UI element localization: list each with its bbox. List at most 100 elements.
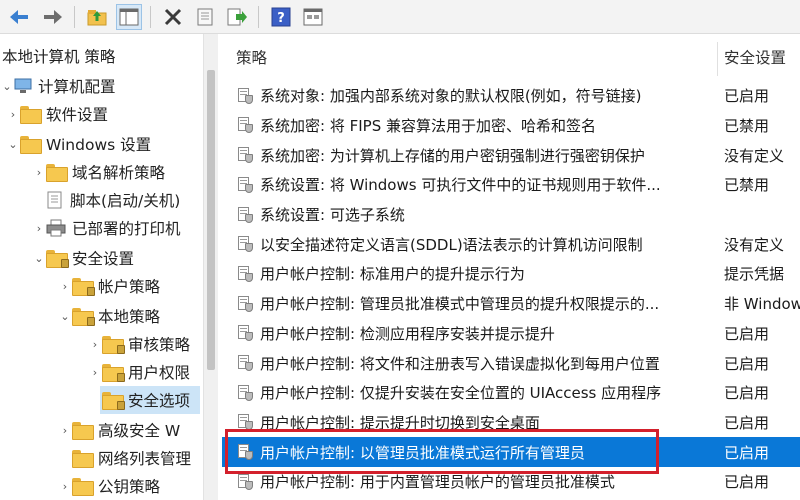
secure-folder-icon (46, 250, 69, 268)
tree-item-windows-settings[interactable]: ⌄ Windows 设置 (6, 130, 151, 158)
chevron-right-icon[interactable]: › (32, 222, 46, 235)
tree-item-public-key-policy[interactable]: › 公钥策略 (58, 472, 160, 500)
policy-setting: 没有定义 (724, 146, 785, 165)
policy-name: 以安全描述符定义语言(SDDL)语法表示的计算机访问限制 (260, 235, 643, 254)
up-folder-icon[interactable] (84, 4, 110, 30)
policy-row[interactable]: 用户帐户控制: 标准用户的提升提示行为 提示凭据 (222, 259, 800, 289)
secure-folder-icon (72, 278, 95, 296)
help-icon[interactable]: ? (268, 4, 294, 30)
chevron-down-icon[interactable]: ⌄ (0, 80, 14, 93)
policy-name: 系统加密: 将 FIPS 兼容算法用于加密、哈希和签名 (260, 116, 596, 135)
svg-text:?: ? (277, 11, 285, 26)
policy-name: 系统对象: 加强内部系统对象的默认权限(例如，符号链接) (260, 87, 642, 106)
policy-setting: 已启用 (724, 473, 770, 492)
policy-name: 系统设置: 将 Windows 可执行文件中的证书规则用于软件... (260, 176, 661, 195)
delete-icon[interactable] (160, 4, 186, 30)
folder-icon (46, 164, 68, 182)
policy-row[interactable]: 系统加密: 为计算机上存储的用户密钥强制进行强密钥保护 没有定义 (222, 140, 800, 170)
tree-item-audit-policy[interactable]: › 审核策略 (88, 330, 190, 358)
policy-name: 用户帐户控制: 仅提升安装在安全位置的 UIAccess 应用程序 (260, 384, 662, 403)
script-icon (47, 191, 62, 209)
chevron-right-icon[interactable]: › (58, 280, 72, 293)
policy-icon (236, 473, 254, 491)
column-header-policy[interactable]: 策略 (236, 34, 267, 80)
policy-icon (236, 146, 254, 164)
export-list-icon[interactable] (224, 4, 250, 30)
chevron-right-icon[interactable]: › (88, 366, 102, 379)
policy-icon (236, 443, 254, 461)
forward-icon[interactable] (40, 4, 66, 30)
policy-row[interactable]: 用户帐户控制: 管理员批准模式中管理员的提升权限提示的... 非 Windows (222, 289, 800, 319)
policy-row[interactable]: 以安全描述符定义语言(SDDL)语法表示的计算机访问限制 没有定义 (222, 230, 800, 260)
policy-setting: 已启用 (724, 443, 770, 462)
policy-setting: 没有定义 (724, 235, 785, 254)
policy-row[interactable]: 用户帐户控制: 用于内置管理员帐户的管理员批准模式 已启用 (222, 467, 800, 497)
secure-folder-icon (102, 392, 125, 410)
policy-icon (236, 295, 254, 313)
properties-icon[interactable] (192, 4, 218, 30)
policy-name: 用户帐户控制: 标准用户的提升提示行为 (260, 265, 525, 284)
policy-row[interactable]: 用户帐户控制: 以管理员批准模式运行所有管理员 已启用 (222, 437, 800, 467)
policy-row[interactable]: 系统加密: 将 FIPS 兼容算法用于加密、哈希和签名 已禁用 (222, 111, 800, 141)
tree-item-local-policies[interactable]: ⌄ 本地策略 (58, 302, 160, 330)
chevron-right-icon[interactable]: › (58, 424, 72, 437)
chevron-right-icon[interactable]: › (6, 108, 20, 121)
policy-setting: 已启用 (724, 384, 770, 403)
policy-name: 用户帐户控制: 提示提升时切换到安全桌面 (260, 413, 540, 432)
policy-name: 用户帐户控制: 将文件和注册表写入错误虚拟化到每用户位置 (260, 354, 660, 373)
tree-item-account-policy[interactable]: › 帐户策略 (58, 272, 160, 300)
tree-item-advanced-security[interactable]: › 高级安全 W (58, 416, 180, 444)
policy-row[interactable]: 用户帐户控制: 提示提升时切换到安全桌面 已启用 (222, 408, 800, 438)
chevron-right-icon[interactable]: › (32, 166, 46, 179)
policy-row[interactable]: 用户帐户控制: 将文件和注册表写入错误虚拟化到每用户位置 已启用 (222, 348, 800, 378)
secure-folder-icon (102, 364, 125, 382)
view-icon[interactable] (300, 4, 326, 30)
chevron-down-icon[interactable]: ⌄ (32, 252, 46, 265)
policy-icon (236, 206, 254, 224)
folder-icon (72, 450, 94, 468)
column-header-setting[interactable]: 安全设置 (724, 34, 786, 80)
policy-setting: 非 Windows (724, 295, 800, 314)
policy-row[interactable]: 用户帐户控制: 检测应用程序安装并提示提升 已启用 (222, 319, 800, 349)
scrollbar-thumb[interactable] (207, 70, 215, 370)
chevron-down-icon[interactable]: ⌄ (58, 310, 72, 323)
chevron-right-icon[interactable]: › (58, 480, 72, 493)
tree-item-computer-config[interactable]: ⌄ 计算机配置 (0, 72, 115, 100)
policy-row[interactable]: 系统设置: 可选子系统 (222, 200, 800, 230)
folder-icon (20, 106, 42, 124)
policy-setting: 已禁用 (724, 116, 770, 135)
tree-item-dns-policy[interactable]: › 域名解析策略 (32, 158, 165, 186)
tree-item-security-options[interactable]: 安全选项 (100, 386, 200, 414)
policy-name: 用户帐户控制: 用于内置管理员帐户的管理员批准模式 (260, 473, 615, 492)
policy-icon (236, 324, 254, 342)
policy-row[interactable]: 用户帐户控制: 仅提升安装在安全位置的 UIAccess 应用程序 已启用 (222, 378, 800, 408)
toolbar: ? (0, 0, 800, 34)
tree-item-local-policy[interactable]: 本地计算机 策略 (0, 42, 115, 70)
chevron-down-icon[interactable]: ⌄ (6, 138, 20, 151)
tree-item-deployed-printers[interactable]: › 已部署的打印机 (32, 214, 181, 242)
back-icon[interactable] (6, 4, 32, 30)
tree-item-security-settings[interactable]: ⌄ 安全设置 (32, 244, 134, 272)
chevron-right-icon[interactable]: › (88, 338, 102, 351)
column-divider[interactable] (717, 42, 718, 76)
printer-icon (46, 219, 66, 237)
policy-row[interactable]: 系统对象: 加强内部系统对象的默认权限(例如，符号链接) 已启用 (222, 81, 800, 111)
policy-name: 系统加密: 为计算机上存储的用户密钥强制进行强密钥保护 (260, 146, 645, 165)
policy-icon (236, 413, 254, 431)
policy-row[interactable]: 系统设置: 将 Windows 可执行文件中的证书规则用于软件... 已禁用 (222, 170, 800, 200)
tree-scrollbar[interactable] (203, 34, 218, 500)
show-hide-tree-icon[interactable] (116, 4, 142, 30)
tree-item-network-list[interactable]: 网络列表管理 (72, 444, 191, 472)
tree-item-software-settings[interactable]: › 软件设置 (6, 100, 108, 128)
policy-setting: 已启用 (724, 324, 770, 343)
policy-name: 系统设置: 可选子系统 (260, 206, 405, 225)
folder-icon (20, 136, 42, 154)
policy-name: 用户帐户控制: 以管理员批准模式运行所有管理员 (260, 443, 585, 462)
tree-item-user-rights[interactable]: › 用户权限 (88, 358, 190, 386)
policy-icon (236, 116, 254, 134)
secure-folder-icon (102, 336, 125, 354)
folder-icon (72, 478, 94, 496)
tree-item-scripts[interactable]: 脚本(启动/关机) (46, 186, 180, 214)
policy-icon (236, 265, 254, 283)
policy-icon (236, 384, 254, 402)
